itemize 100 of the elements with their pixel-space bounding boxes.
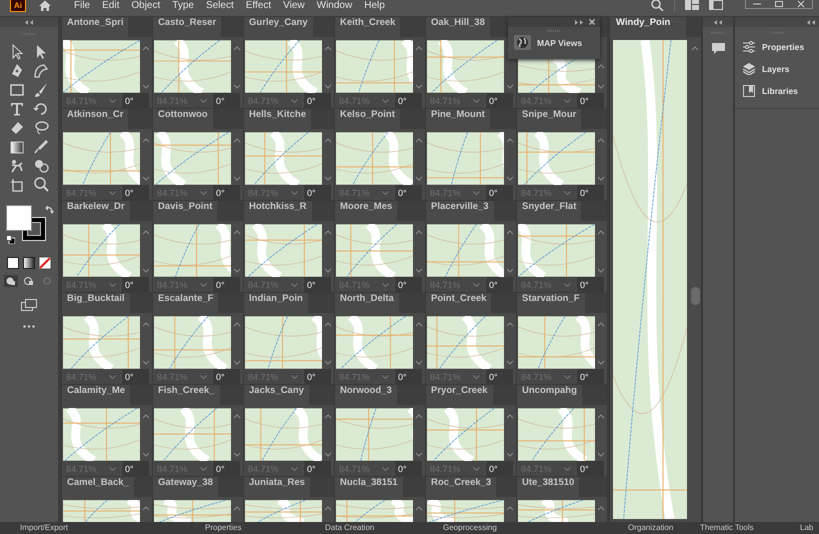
menu-item[interactable]: Object bbox=[131, 0, 160, 11]
document-tab[interactable]: Gurley_Cany bbox=[244, 17, 313, 37]
caret-down-icon[interactable] bbox=[109, 190, 116, 194]
document-tab[interactable]: Atkinson_Cr bbox=[62, 109, 128, 129]
caret-down-icon[interactable] bbox=[291, 190, 298, 194]
menu-item[interactable]: Edit bbox=[102, 0, 120, 11]
app-logo[interactable]: Ai bbox=[10, 0, 26, 12]
caret-down-icon[interactable] bbox=[597, 176, 606, 181]
rotation-field[interactable]: 0° bbox=[122, 369, 149, 384]
rotation-field[interactable]: 0° bbox=[577, 461, 604, 476]
document-tab[interactable]: Snyder_Flat bbox=[517, 201, 582, 221]
caret-up-icon[interactable] bbox=[233, 322, 242, 327]
caret-up-icon[interactable] bbox=[506, 322, 514, 327]
caret-up-icon[interactable] bbox=[691, 46, 699, 51]
caret-up-icon[interactable] bbox=[233, 46, 242, 51]
caret-down-icon[interactable] bbox=[506, 360, 514, 365]
rotation-field[interactable]: 0° bbox=[213, 277, 240, 292]
panel-tab[interactable]: Libraries bbox=[743, 80, 798, 102]
caret-down-icon[interactable] bbox=[597, 84, 606, 89]
rotation-field[interactable]: 0° bbox=[395, 93, 422, 108]
shape-builder-icon[interactable] bbox=[32, 157, 50, 174]
caret-down-icon[interactable] bbox=[597, 452, 606, 457]
document-tab[interactable]: Moore_Mes bbox=[335, 201, 398, 221]
caret-down-icon[interactable] bbox=[564, 282, 571, 286]
menu-item[interactable]: View bbox=[283, 0, 305, 11]
curvature-pen-icon[interactable] bbox=[32, 62, 50, 79]
caret-down-icon[interactable] bbox=[415, 268, 424, 273]
document-tab[interactable]: Escalante_F bbox=[153, 293, 218, 313]
caret-up-icon[interactable] bbox=[506, 414, 514, 419]
rotation-field[interactable]: 0° bbox=[213, 185, 240, 200]
rotation-field[interactable]: 0° bbox=[304, 185, 331, 200]
caret-up-icon[interactable] bbox=[415, 230, 424, 235]
caret-down-icon[interactable] bbox=[506, 452, 514, 457]
caret-down-icon[interactable] bbox=[324, 84, 332, 89]
close-icon[interactable] bbox=[589, 19, 595, 25]
panel-tab[interactable]: Organization bbox=[628, 523, 700, 533]
caret-down-icon[interactable] bbox=[291, 466, 298, 470]
caret-up-icon[interactable] bbox=[233, 230, 242, 235]
document-tab[interactable]: Roc_Creek_3 bbox=[426, 477, 496, 497]
rotation-field[interactable]: 0° bbox=[486, 369, 513, 384]
caret-up-icon[interactable] bbox=[233, 138, 242, 143]
rotation-field[interactable]: 0° bbox=[577, 93, 604, 108]
caret-down-icon[interactable] bbox=[142, 268, 150, 273]
default-colors-icon[interactable] bbox=[6, 235, 15, 244]
caret-up-icon[interactable] bbox=[142, 506, 150, 511]
caret-up-icon[interactable] bbox=[324, 138, 332, 143]
draw-behind-icon[interactable] bbox=[22, 275, 36, 287]
panel-tab[interactable]: Thematic Tools bbox=[700, 523, 800, 533]
home-icon[interactable] bbox=[38, 0, 52, 11]
caret-up-icon[interactable] bbox=[597, 138, 606, 143]
rotation-field[interactable]: 0° bbox=[577, 185, 604, 200]
caret-down-icon[interactable] bbox=[564, 374, 571, 378]
document-tab[interactable]: Calamity_Me bbox=[62, 385, 130, 405]
caret-up-icon[interactable] bbox=[415, 138, 424, 143]
caret-up-icon[interactable] bbox=[142, 46, 150, 51]
gradient-swatch-icon[interactable] bbox=[23, 257, 35, 269]
rotation-field[interactable]: 0° bbox=[122, 277, 149, 292]
document-tab[interactable]: Point_Creek bbox=[426, 293, 492, 313]
caret-down-icon[interactable] bbox=[291, 282, 298, 286]
document-tab[interactable]: Jacks_Cany bbox=[244, 385, 309, 405]
caret-up-icon[interactable] bbox=[233, 506, 242, 511]
document-tab[interactable]: Big_Bucktail bbox=[62, 293, 130, 313]
caret-down-icon[interactable] bbox=[415, 176, 424, 181]
caret-down-icon[interactable] bbox=[506, 176, 514, 181]
rotation-field[interactable]: 0° bbox=[304, 461, 331, 476]
caret-down-icon[interactable] bbox=[382, 190, 389, 194]
caret-down-icon[interactable] bbox=[200, 98, 207, 102]
zoom-icon[interactable] bbox=[32, 176, 50, 193]
document-tab[interactable]: North_Delta bbox=[335, 293, 399, 313]
document-tab[interactable]: Juniata_Res bbox=[244, 477, 310, 497]
document-tab[interactable]: Indian_Poin bbox=[244, 293, 308, 313]
caret-up-icon[interactable] bbox=[415, 506, 424, 511]
color-icon[interactable] bbox=[7, 257, 19, 269]
caret-down-icon[interactable] bbox=[564, 466, 571, 470]
caret-down-icon[interactable] bbox=[142, 360, 150, 365]
caret-up-icon[interactable] bbox=[597, 322, 606, 327]
rotation-field[interactable]: 0° bbox=[304, 369, 331, 384]
caret-up-icon[interactable] bbox=[324, 230, 332, 235]
document-tab[interactable]: Casto_Reser bbox=[153, 17, 222, 37]
caret-up-icon[interactable] bbox=[324, 506, 332, 511]
caret-down-icon[interactable] bbox=[506, 268, 514, 273]
caret-up-icon[interactable] bbox=[415, 322, 424, 327]
caret-down-icon[interactable] bbox=[142, 452, 150, 457]
panel-tab[interactable]: Geoprocessing bbox=[443, 523, 628, 533]
caret-down-icon[interactable] bbox=[382, 466, 389, 470]
rotation-field[interactable]: 0° bbox=[395, 277, 422, 292]
document-tab[interactable]: Keith_Creek bbox=[335, 17, 400, 37]
caret-down-icon[interactable] bbox=[382, 374, 389, 378]
caret-up-icon[interactable] bbox=[415, 46, 424, 51]
document-tab[interactable]: Placerville_3 bbox=[426, 201, 494, 221]
rotation-field[interactable]: 0° bbox=[213, 93, 240, 108]
caret-down-icon[interactable] bbox=[415, 84, 424, 89]
menu-item[interactable]: File bbox=[74, 0, 90, 11]
panel-icon[interactable] bbox=[709, 0, 723, 10]
caret-down-icon[interactable] bbox=[233, 84, 242, 89]
menu-item[interactable]: Type bbox=[172, 0, 194, 11]
eyedropper-icon[interactable] bbox=[32, 138, 50, 155]
caret-down-icon[interactable] bbox=[473, 466, 480, 470]
rotation-field[interactable]: 0° bbox=[122, 461, 149, 476]
caret-down-icon[interactable] bbox=[415, 452, 424, 457]
